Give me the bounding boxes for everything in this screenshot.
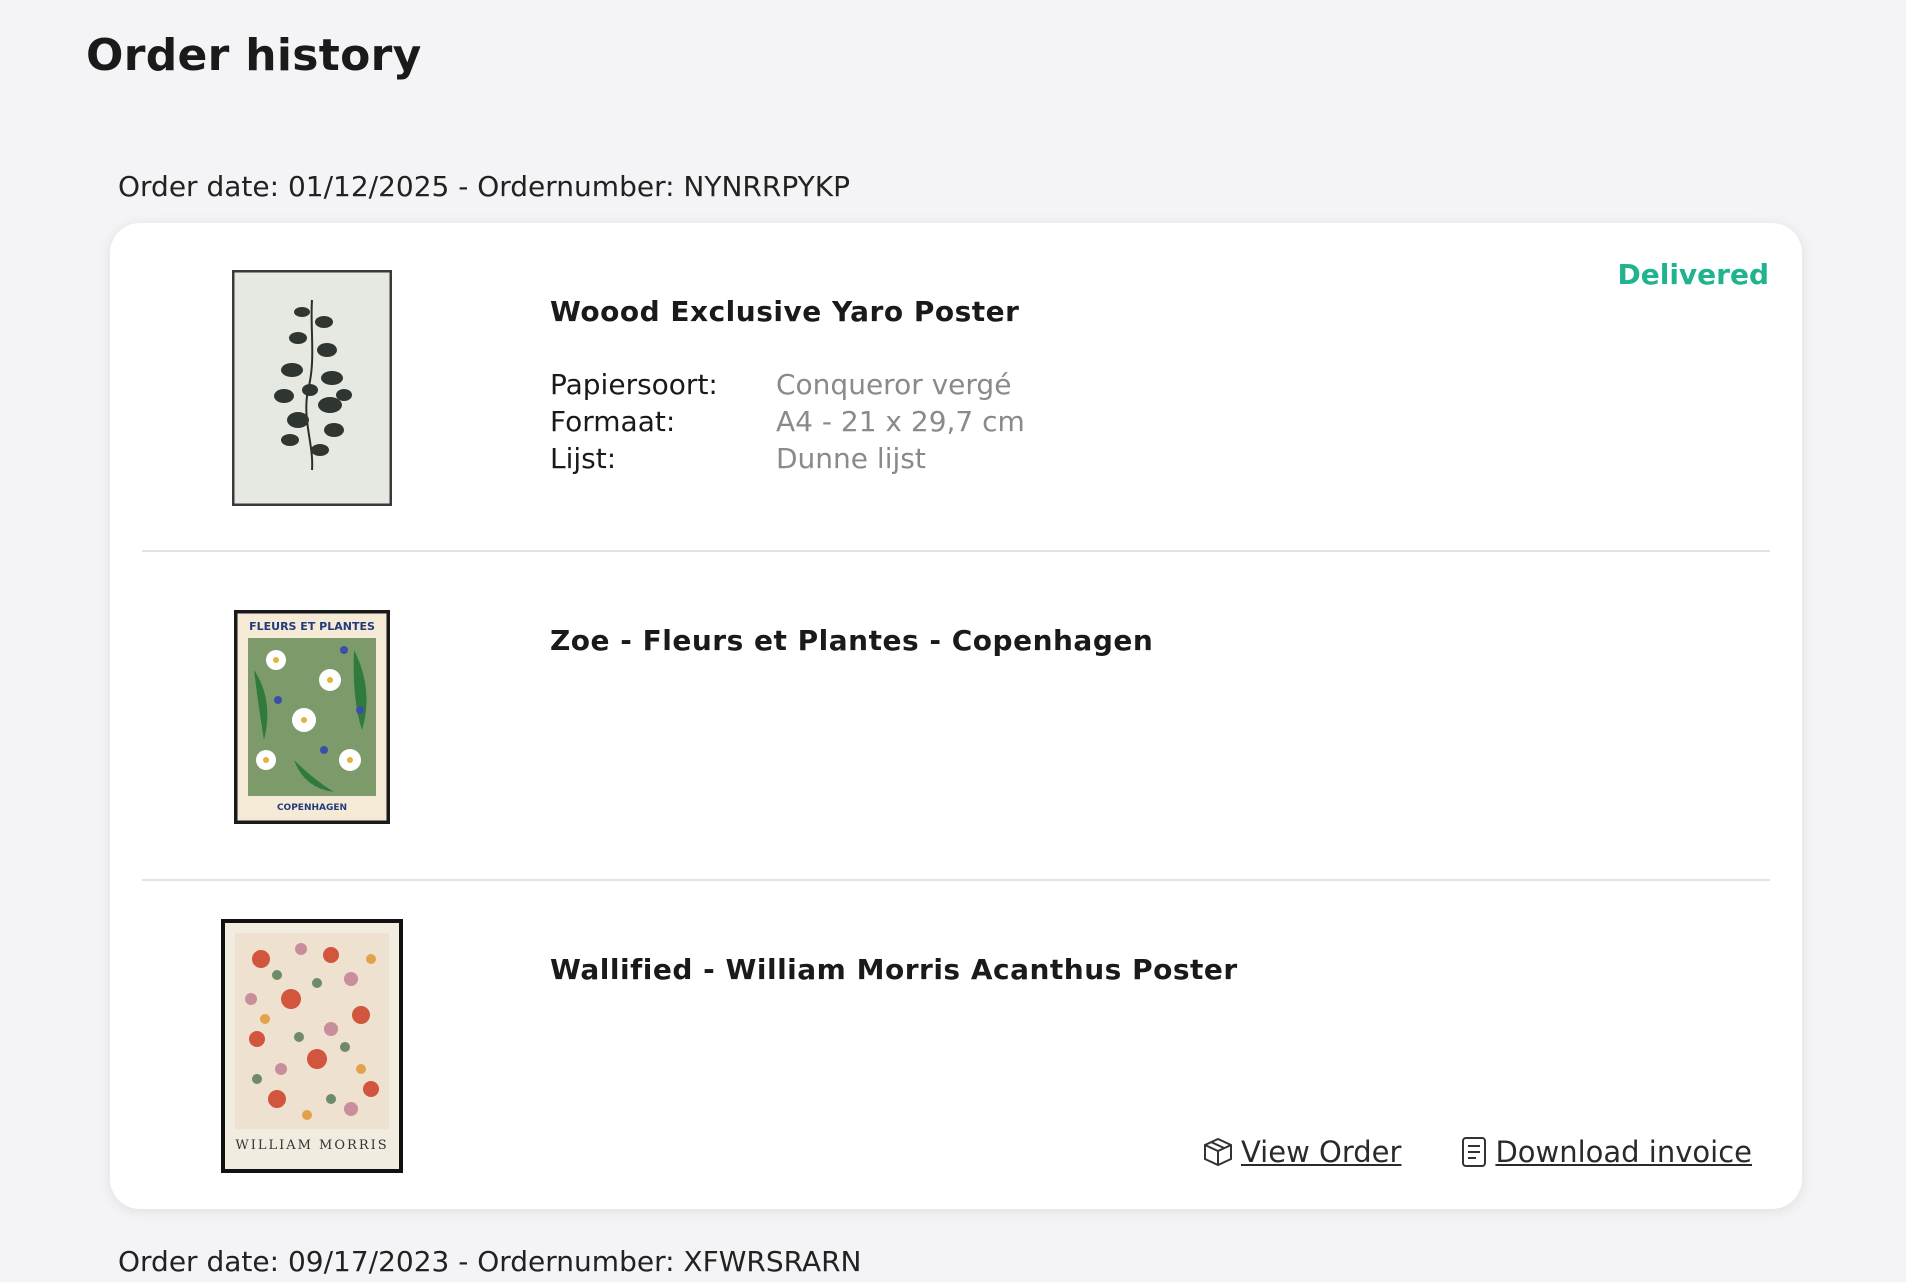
view-order-label[interactable]: View Order — [1241, 1135, 1401, 1169]
prop-row: Formaat: A4 - 21 x 29,7 cm — [550, 403, 1025, 440]
poster-title-text: FLEURS ET PLANTES — [249, 620, 375, 633]
order-item: Woood Exclusive Yaro Poster Papiersoort:… — [142, 223, 1770, 552]
download-invoice-label[interactable]: Download invoice — [1495, 1135, 1752, 1169]
product-thumbnail[interactable]: FLEURS ET PLANTES COPENHAGEN — [182, 592, 442, 842]
prop-row: Lijst: Dunne lijst — [550, 440, 1025, 477]
box-icon — [1203, 1137, 1232, 1167]
product-thumbnail[interactable]: WILLIAM MORRIS — [182, 919, 442, 1173]
prop-value: Conqueror vergé — [776, 368, 1012, 401]
product-name[interactable]: Wallified - William Morris Acanthus Post… — [550, 953, 1238, 986]
prop-row: Papiersoort: Conqueror vergé — [550, 366, 1025, 403]
eucalyptus-poster-image — [232, 270, 392, 506]
prop-label: Lijst: — [550, 442, 617, 475]
product-properties: Papiersoort: Conqueror vergé Formaat: A4… — [550, 366, 1025, 477]
page-title: Order history — [86, 30, 422, 81]
prop-value: Dunne lijst — [776, 442, 926, 475]
poster-caption-text: COPENHAGEN — [277, 803, 347, 813]
fleurs-et-plantes-poster-image: FLEURS ET PLANTES COPENHAGEN — [234, 610, 390, 824]
product-name[interactable]: Woood Exclusive Yaro Poster — [550, 295, 1019, 328]
order-item: FLEURS ET PLANTES COPENHAGEN Zoe - Fleur… — [142, 552, 1770, 881]
product-thumbnail[interactable] — [182, 263, 442, 513]
order-card: Delivered Woood Exclusive Yaro Poster Pa… — [110, 223, 1802, 1209]
view-order-link[interactable]: View Order — [1201, 1135, 1401, 1169]
poster-caption-text: WILLIAM MORRIS — [235, 1138, 388, 1153]
william-morris-poster-image: WILLIAM MORRIS — [221, 919, 403, 1173]
order-actions: View Order Download invoice — [1201, 1135, 1752, 1169]
order-meta: Order date: 01/12/2025 - Ordernumber: NY… — [118, 170, 850, 203]
document-icon — [1462, 1137, 1487, 1167]
prop-label: Papiersoort: — [550, 368, 718, 401]
prop-value: A4 - 21 x 29,7 cm — [776, 405, 1025, 438]
download-invoice-link[interactable]: Download invoice — [1459, 1135, 1752, 1169]
order-meta: Order date: 09/17/2023 - Ordernumber: XF… — [118, 1245, 862, 1278]
prop-label: Formaat: — [550, 405, 676, 438]
product-name[interactable]: Zoe - Fleurs et Plantes - Copenhagen — [550, 624, 1153, 657]
